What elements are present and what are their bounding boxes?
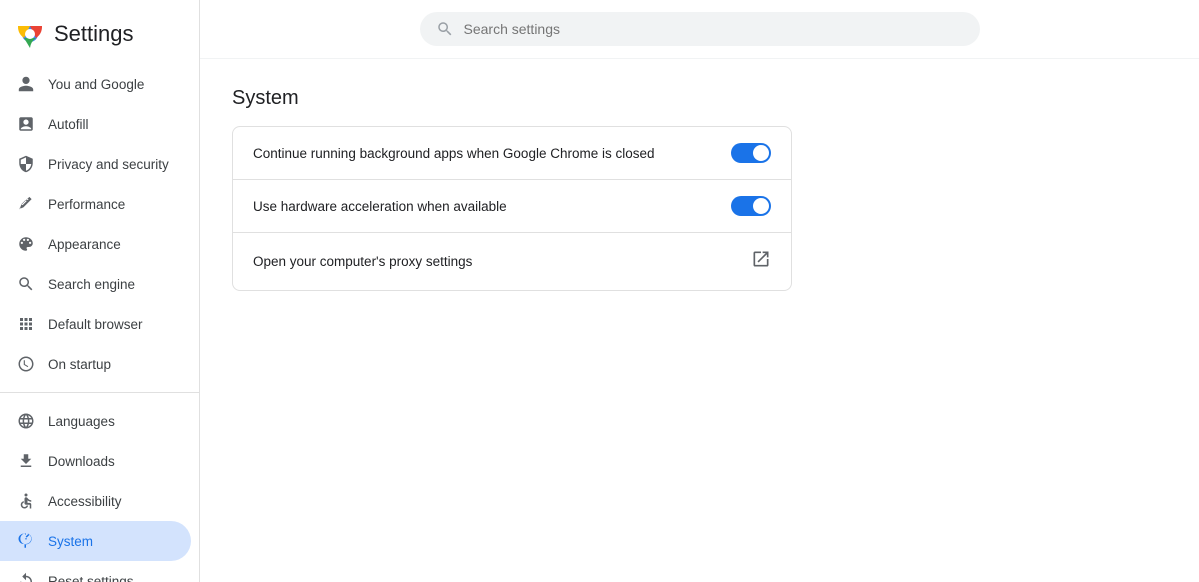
browser-icon	[16, 314, 36, 334]
sidebar-item-label: You and Google	[48, 77, 144, 92]
topbar	[200, 0, 1199, 59]
accessibility-icon	[16, 491, 36, 511]
settings-card: Continue running background apps when Go…	[232, 126, 792, 291]
autofill-icon	[16, 114, 36, 134]
person-icon	[16, 74, 36, 94]
performance-icon	[16, 194, 36, 214]
setting-row-background-apps: Continue running background apps when Go…	[233, 127, 791, 180]
search-icon	[16, 274, 36, 294]
reset-icon	[16, 571, 36, 582]
sidebar-item-search-engine[interactable]: Search engine	[0, 264, 191, 304]
sidebar-item-label: On startup	[48, 357, 111, 372]
sidebar-item-on-startup[interactable]: On startup	[0, 344, 191, 384]
sidebar: Settings You and Google Autofill Privacy…	[0, 0, 200, 582]
sidebar-item-label: Autofill	[48, 117, 89, 132]
sidebar-item-autofill[interactable]: Autofill	[0, 104, 191, 144]
search-input[interactable]	[464, 21, 964, 37]
sidebar-item-appearance[interactable]: Appearance	[0, 224, 191, 264]
sidebar-item-label: Privacy and security	[48, 157, 169, 172]
setting-label-hardware-acceleration: Use hardware acceleration when available	[253, 199, 731, 214]
sidebar-item-downloads[interactable]: Downloads	[0, 441, 191, 481]
sidebar-item-label: Languages	[48, 414, 115, 429]
app-title-area: Settings	[0, 8, 199, 64]
setting-row-hardware-acceleration: Use hardware acceleration when available	[233, 180, 791, 233]
sidebar-item-label: System	[48, 534, 93, 549]
sidebar-item-label: Appearance	[48, 237, 121, 252]
external-link-icon	[751, 249, 771, 274]
sidebar-item-accessibility[interactable]: Accessibility	[0, 481, 191, 521]
startup-icon	[16, 354, 36, 374]
sidebar-item-system[interactable]: System	[0, 521, 191, 561]
appearance-icon	[16, 234, 36, 254]
setting-label-background-apps: Continue running background apps when Go…	[253, 146, 731, 161]
sidebar-item-label: Search engine	[48, 277, 135, 292]
sidebar-divider-1	[0, 392, 199, 393]
sidebar-item-label: Downloads	[48, 454, 115, 469]
app-title: Settings	[54, 21, 134, 47]
toggle-background-apps-slider	[731, 143, 771, 163]
setting-row-proxy-settings[interactable]: Open your computer's proxy settings	[233, 233, 791, 290]
search-bar-container	[420, 12, 980, 46]
chrome-logo-icon	[16, 20, 44, 48]
sidebar-item-you-and-google[interactable]: You and Google	[0, 64, 191, 104]
download-icon	[16, 451, 36, 471]
sidebar-item-privacy-and-security[interactable]: Privacy and security	[0, 144, 191, 184]
globe-icon	[16, 411, 36, 431]
wrench-icon	[16, 531, 36, 551]
main-content: System Continue running background apps …	[200, 0, 1199, 582]
sidebar-item-performance[interactable]: Performance	[0, 184, 191, 224]
toggle-background-apps[interactable]	[731, 143, 771, 163]
toggle-hardware-acceleration-slider	[731, 196, 771, 216]
sidebar-item-label: Accessibility	[48, 494, 122, 509]
shield-icon	[16, 154, 36, 174]
sidebar-item-label: Performance	[48, 197, 125, 212]
search-icon	[436, 20, 454, 38]
toggle-hardware-acceleration[interactable]	[731, 196, 771, 216]
section-title: System	[232, 87, 1167, 110]
sidebar-item-label: Default browser	[48, 317, 143, 332]
sidebar-item-reset-settings[interactable]: Reset settings	[0, 561, 191, 582]
setting-label-proxy-settings: Open your computer's proxy settings	[253, 254, 751, 269]
content-area: System Continue running background apps …	[200, 59, 1199, 319]
sidebar-item-label: Reset settings	[48, 574, 134, 582]
sidebar-item-languages[interactable]: Languages	[0, 401, 191, 441]
sidebar-item-default-browser[interactable]: Default browser	[0, 304, 191, 344]
